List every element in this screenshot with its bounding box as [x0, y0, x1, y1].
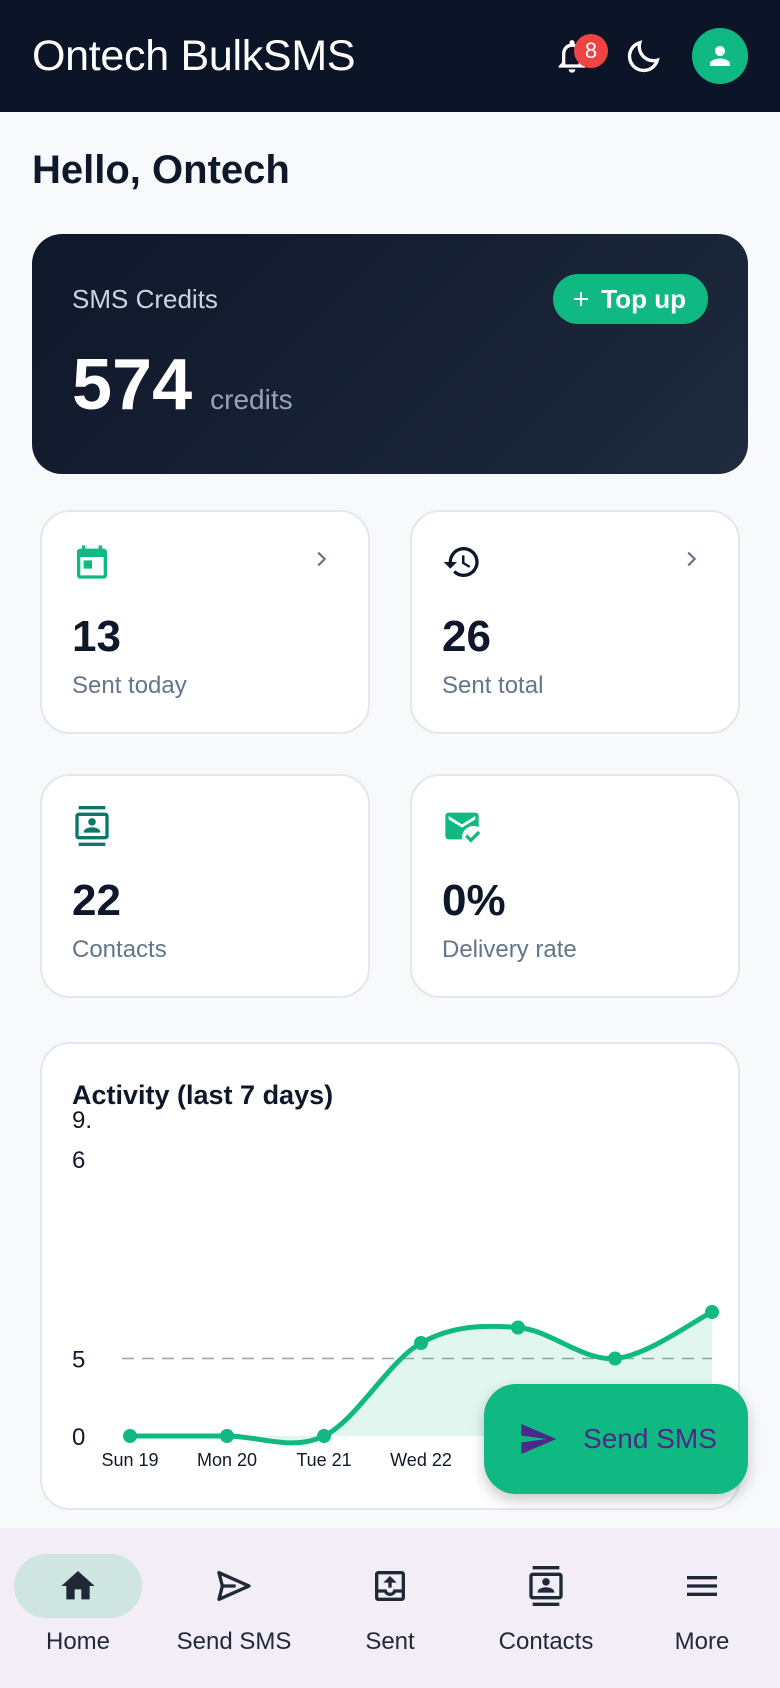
x-tick-label: Tue 21 [296, 1450, 351, 1470]
theme-toggle-button[interactable] [608, 20, 680, 92]
bottom-navigation: Home Send SMS Sent Contacts More [0, 1528, 780, 1688]
credits-unit: credits [210, 384, 293, 415]
nav-label: More [674, 1628, 730, 1655]
menu-icon [687, 1576, 717, 1596]
stat-label: Sent today [72, 672, 187, 699]
mark-email-read-icon [445, 812, 481, 843]
nav-indicator [638, 1554, 766, 1618]
nav-label: Home [45, 1628, 111, 1655]
data-point [608, 1351, 622, 1366]
chevron-right-icon [317, 551, 327, 567]
stat-value: 22 [72, 876, 121, 925]
send-sms-fab[interactable]: Send SMS [484, 1384, 748, 1494]
x-axis-ticks: Sun 19 Mon 20 Tue 21 Wed 22 [101, 1450, 451, 1470]
top-up-label: Top up [601, 283, 686, 314]
y-top-label: 9. [72, 1107, 92, 1134]
top-up-button[interactable]: Top up [553, 274, 708, 324]
nav-label: Sent [365, 1628, 415, 1655]
nav-item-contacts[interactable]: Contacts [468, 1528, 624, 1688]
home-icon [61, 1571, 95, 1600]
nav-indicator [326, 1554, 454, 1618]
x-tick-label: Mon 20 [197, 1450, 257, 1470]
calendar-icon [77, 545, 107, 579]
nav-label: Send SMS [176, 1628, 292, 1655]
moon-icon [627, 40, 660, 73]
y-tick-label: 0 [72, 1424, 85, 1451]
stat-card-sent-total[interactable]: 26 Sent total [410, 510, 740, 734]
history-icon [443, 547, 479, 577]
fab-label: Send SMS [583, 1423, 717, 1454]
app-bar: Ontech BulkSMS 8 [0, 0, 780, 112]
contacts-icon [529, 1566, 563, 1606]
send-icon [521, 1424, 557, 1454]
nav-item-home[interactable]: Home [0, 1528, 156, 1688]
send-icon [217, 1571, 251, 1601]
stat-value: 13 [72, 612, 121, 661]
nav-label: Contacts [498, 1628, 594, 1655]
greeting: Hello, Ontech [32, 148, 290, 192]
stat-value: 26 [442, 612, 491, 661]
stat-card-delivery-rate: 0% Delivery rate [410, 774, 740, 998]
data-point [220, 1429, 234, 1443]
data-point [317, 1429, 331, 1443]
app-title: Ontech BulkSMS [32, 31, 356, 80]
stat-card-sent-today[interactable]: 13 Sent today [40, 510, 370, 734]
plus-icon [574, 292, 589, 306]
credits-card: SMS Credits Top up 574 credits [32, 234, 748, 474]
nav-item-sent[interactable]: Sent [312, 1528, 468, 1688]
data-point [705, 1305, 719, 1319]
stat-card-contacts: 22 Contacts [40, 774, 370, 998]
y-tick-label: 5 [72, 1347, 85, 1374]
data-point [511, 1320, 525, 1335]
person-icon [710, 46, 730, 66]
chevron-right-icon [687, 551, 697, 567]
notification-badge: 8 [574, 34, 608, 68]
contacts-icon [75, 806, 109, 846]
nav-indicator [482, 1554, 610, 1618]
stat-label: Contacts [72, 936, 167, 963]
data-point [414, 1336, 428, 1350]
outbox-icon [375, 1571, 405, 1601]
notifications-button[interactable]: 8 [536, 20, 608, 92]
nav-indicator [14, 1554, 142, 1618]
profile-avatar[interactable] [692, 28, 748, 84]
stat-label: Delivery rate [442, 936, 577, 963]
x-tick-label: Wed 22 [390, 1450, 452, 1470]
y-tick-label: 6 [72, 1147, 85, 1174]
data-point [123, 1429, 137, 1443]
nav-item-more[interactable]: More [624, 1528, 780, 1688]
stat-label: Sent total [442, 672, 544, 699]
credits-label: SMS Credits [72, 284, 218, 314]
x-tick-label: Sun 19 [101, 1450, 158, 1470]
stat-value: 0% [442, 876, 506, 925]
nav-item-send-sms[interactable]: Send SMS [156, 1528, 312, 1688]
credits-number: 574 [72, 345, 193, 425]
nav-indicator [170, 1554, 298, 1618]
y-axis-ticks: 0 5 6 [72, 1147, 85, 1451]
credits-value: 574 credits [72, 344, 293, 426]
